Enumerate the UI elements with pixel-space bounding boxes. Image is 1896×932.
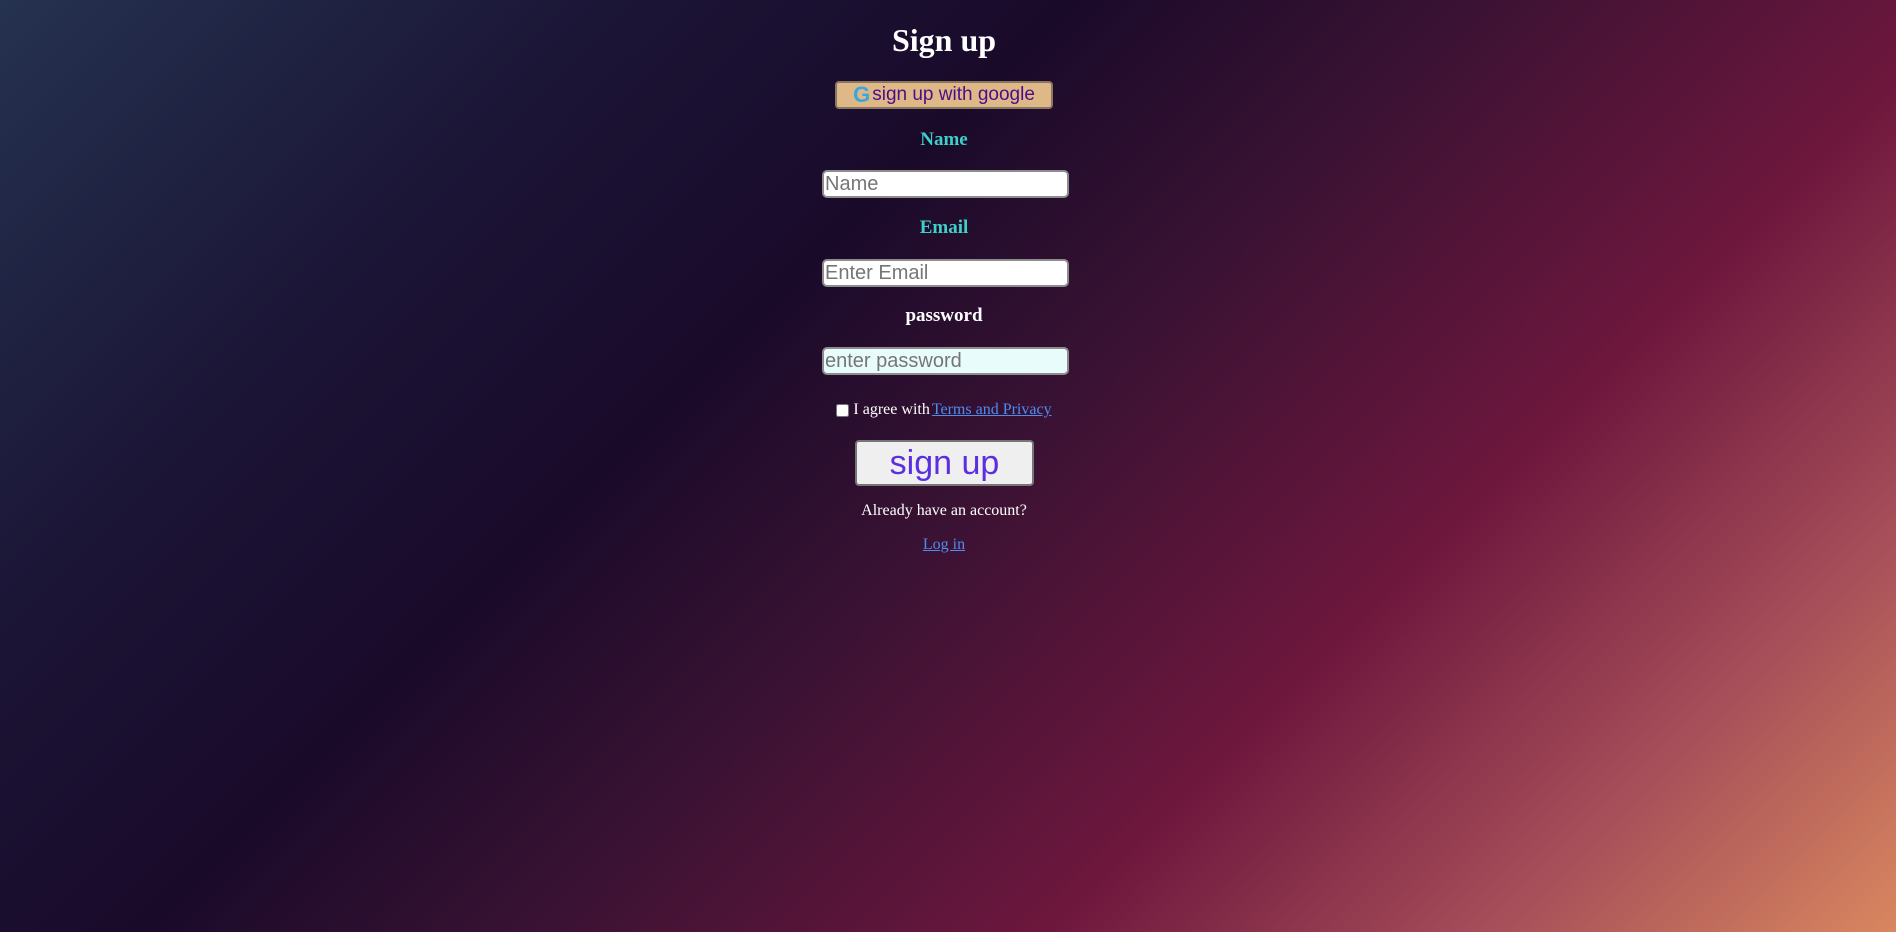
google-icon: G bbox=[853, 82, 871, 107]
login-link[interactable]: Log in bbox=[923, 536, 965, 553]
page-title: Sign up bbox=[891, 22, 997, 58]
email-label: Email bbox=[919, 217, 969, 238]
name-label: Name bbox=[920, 129, 968, 150]
terms-link[interactable]: Terms and Privacy bbox=[932, 400, 1052, 420]
name-input[interactable] bbox=[822, 170, 1069, 198]
terms-checkbox[interactable] bbox=[836, 403, 850, 417]
signup-button[interactable]: sign up bbox=[855, 440, 1034, 486]
google-signup-button[interactable]: G sign up with google bbox=[835, 81, 1053, 109]
password-input[interactable] bbox=[822, 347, 1069, 375]
terms-text: I agree with bbox=[853, 401, 930, 418]
terms-agreement: I agree with Terms and Privacy bbox=[0, 400, 1888, 420]
password-label: password bbox=[905, 305, 983, 326]
login-link-wrap: Log in bbox=[0, 534, 1888, 556]
google-signup-label: sign up with google bbox=[872, 84, 1035, 105]
already-account-text: Already have an account? bbox=[861, 502, 1027, 519]
email-input[interactable] bbox=[822, 259, 1069, 287]
